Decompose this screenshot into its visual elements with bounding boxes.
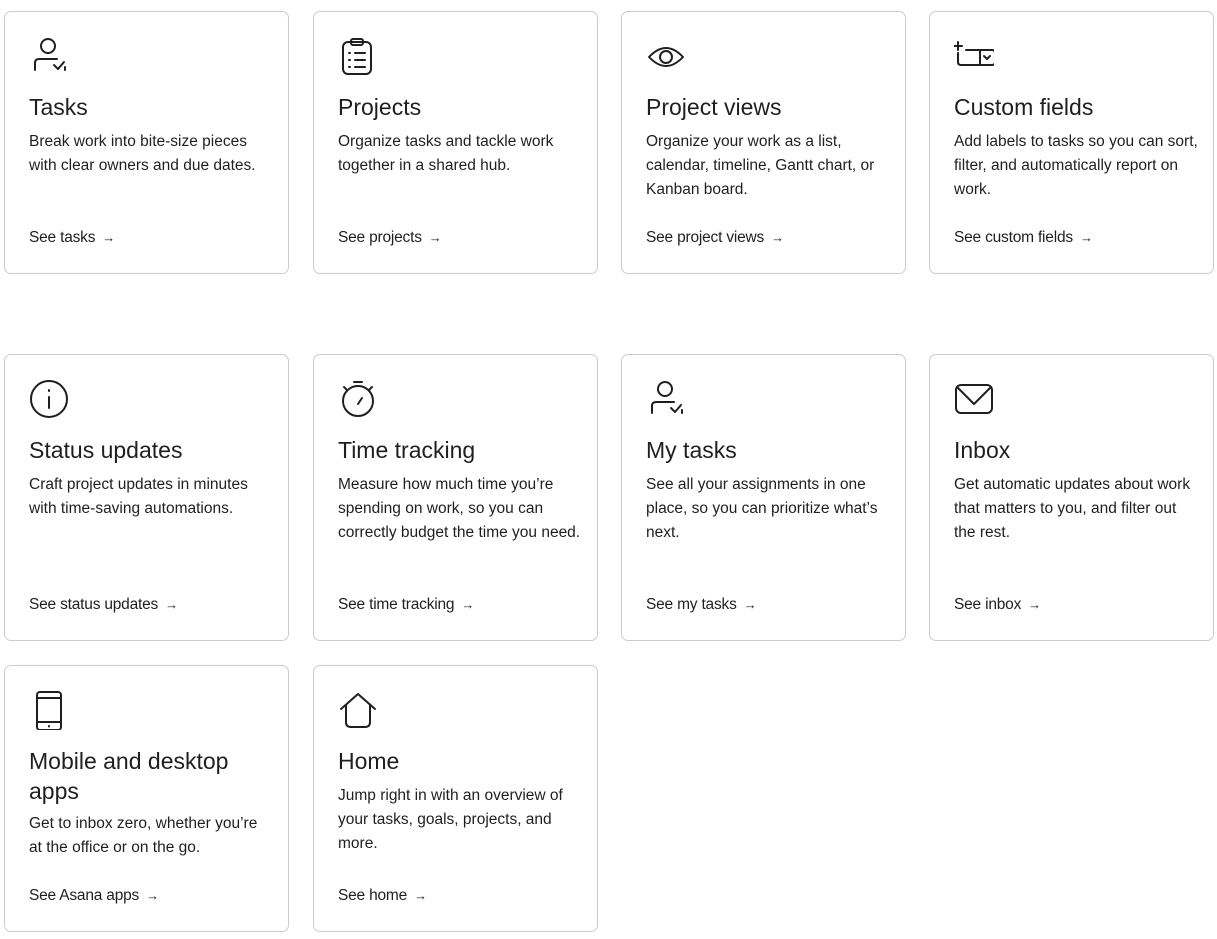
clipboard-list-icon (338, 36, 378, 76)
card-title: Home (338, 748, 400, 774)
arrow-right-icon: → (102, 230, 116, 245)
arrow-right-icon: → (165, 597, 178, 612)
card-title: My tasks (646, 437, 737, 463)
card-description: Get automatic updates about work that ma… (954, 476, 1191, 541)
feature-card-tasks: Tasks Break work into bite-size pieces w… (4, 11, 289, 274)
mobile-phone-icon (29, 690, 69, 731)
feature-card-my-tasks: My tasks See all your assignments in one… (621, 354, 906, 641)
card-title: Time tracking (338, 437, 476, 463)
feature-card-home: Home Jump right in with an overview of y… (313, 665, 598, 932)
feature-card-projects: Projects Organize tasks and tackle work … (313, 11, 598, 274)
see-project-views-link[interactable]: See project views → (646, 228, 784, 248)
arrow-right-icon: → (414, 888, 427, 903)
arrow-right-icon: → (771, 230, 784, 245)
stopwatch-icon (338, 379, 378, 419)
see-tasks-link[interactable]: See tasks → (29, 228, 115, 248)
card-description: Craft project updates in minutes with ti… (29, 476, 248, 517)
see-projects-link[interactable]: See projects → (338, 228, 442, 248)
card-title: Projects (338, 94, 422, 120)
arrow-right-icon: → (1079, 230, 1093, 245)
feature-card-status-updates: Status updates Craft project updates in … (4, 354, 289, 641)
feature-card-mobile-desktop-apps: Mobile and desktop apps Get to inbox zer… (4, 665, 289, 932)
card-description: Add labels to tasks so you can sort, fil… (954, 133, 1198, 198)
user-check-icon (646, 379, 686, 419)
card-title: Status updates (29, 437, 183, 463)
see-asana-apps-link[interactable]: See Asana apps → (29, 886, 159, 906)
see-home-link[interactable]: See home → (338, 886, 427, 906)
card-title: Tasks (29, 94, 88, 120)
card-description: Measure how much time you’re spending on… (338, 476, 581, 541)
arrow-right-icon: → (743, 597, 757, 612)
feature-card-custom-fields: Custom fields Add labels to tasks so you… (929, 11, 1214, 274)
card-title: Inbox (954, 437, 1011, 463)
card-description: Jump right in with an overview of your t… (338, 787, 563, 852)
home-icon (338, 690, 378, 730)
envelope-icon (954, 379, 994, 419)
custom-field-add-icon (953, 36, 996, 76)
eye-icon (646, 36, 686, 76)
feature-card-time-tracking: Time tracking Measure how much time you’… (313, 354, 598, 641)
feature-card-inbox: Inbox Get automatic updates about work t… (929, 354, 1214, 641)
card-title: Mobile and desktop apps (29, 748, 229, 804)
info-circle-icon (29, 379, 69, 419)
card-title: Custom fields (954, 94, 1094, 120)
feature-card-project-views: Project views Organize your work as a li… (621, 11, 906, 274)
see-my-tasks-link[interactable]: See my tasks → (646, 595, 757, 615)
see-status-updates-link[interactable]: See status updates → (29, 595, 178, 615)
arrow-right-icon: → (461, 597, 475, 612)
see-custom-fields-link[interactable]: See custom fields → (954, 228, 1093, 248)
card-description: Break work into bite-size pieces with cl… (29, 133, 256, 174)
user-check-icon (29, 36, 69, 76)
arrow-right-icon: → (428, 230, 442, 245)
see-inbox-link[interactable]: See inbox → (954, 595, 1041, 615)
arrow-right-icon: → (1028, 597, 1041, 612)
card-description: Organize your work as a list, calendar, … (646, 133, 875, 198)
arrow-right-icon: → (146, 888, 159, 903)
card-description: Organize tasks and tackle work together … (338, 133, 554, 174)
see-time-tracking-link[interactable]: See time tracking → (338, 595, 474, 615)
card-title: Project views (646, 94, 782, 120)
card-description: See all your assignments in one place, s… (646, 476, 878, 541)
card-description: Get to inbox zero, whether you’re at the… (29, 815, 258, 856)
